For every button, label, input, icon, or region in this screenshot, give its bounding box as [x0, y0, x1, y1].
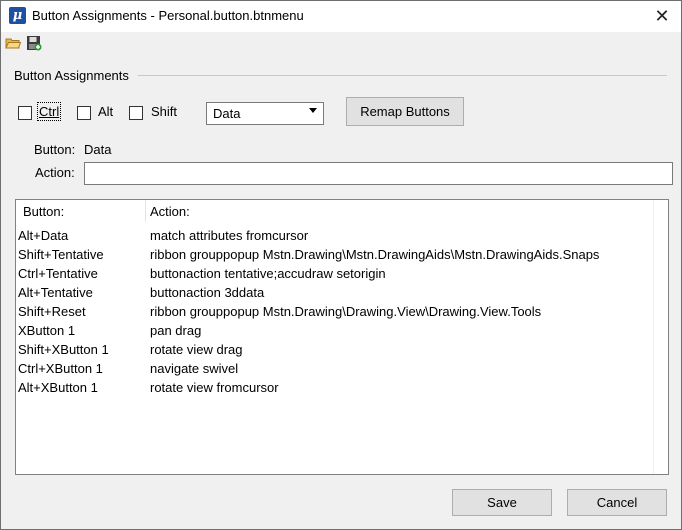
column-header-button[interactable]: Button: — [23, 204, 64, 219]
row-action-cell: rotate view drag — [150, 342, 243, 357]
vertical-scrollbar[interactable] — [653, 200, 668, 474]
button-field-label: Button: — [34, 142, 76, 157]
table-row[interactable]: Ctrl+Tentative buttonaction tentative;acc… — [16, 264, 636, 283]
title-bar[interactable]: μ Button Assignments - Personal.button.b… — [1, 1, 681, 32]
button-select-value: Data — [213, 106, 241, 121]
button-field-value: Data — [84, 142, 112, 157]
row-action-cell: ribbon grouppopup Mstn.Drawing\Mstn.Draw… — [150, 247, 600, 262]
row-action-cell: rotate view fromcursor — [150, 380, 279, 395]
row-button-cell: Shift+Tentative — [18, 247, 104, 262]
shift-label[interactable]: Shift — [151, 104, 177, 119]
row-button-cell: Ctrl+XButton 1 — [18, 361, 103, 376]
remap-buttons-button[interactable]: Remap Buttons — [346, 97, 464, 126]
microstation-icon: μ — [9, 7, 26, 24]
shift-checkbox[interactable] — [129, 106, 143, 120]
list-header: Button: Action: — [16, 200, 654, 222]
row-button-cell: Alt+Tentative — [18, 285, 93, 300]
row-button-cell: Alt+XButton 1 — [18, 380, 98, 395]
table-row[interactable]: Shift+Tentative ribbon grouppopup Mstn.Dr… — [16, 245, 636, 264]
row-button-cell: Alt+Data — [18, 228, 69, 243]
alt-label[interactable]: Alt — [98, 104, 113, 119]
action-field-label: Action: — [35, 165, 75, 180]
chevron-down-icon — [309, 108, 317, 113]
ctrl-checkbox[interactable] — [18, 106, 32, 120]
table-row[interactable]: Shift+XButton 1 rotate view drag — [16, 340, 636, 359]
column-header-action[interactable]: Action: — [150, 204, 190, 219]
assignments-list[interactable]: Button: Action: Alt+Data match attributes… — [15, 199, 669, 475]
row-action-cell: ribbon grouppopup Mstn.Drawing\Drawing.V… — [150, 304, 542, 319]
row-action-cell: navigate swivel — [150, 361, 239, 376]
button-select[interactable]: Data — [206, 102, 324, 125]
row-button-cell: XButton 1 — [18, 323, 76, 338]
group-divider — [138, 75, 667, 76]
alt-checkbox[interactable] — [77, 106, 91, 120]
action-input[interactable] — [84, 162, 673, 185]
table-row[interactable]: Alt+Tentative buttonaction 3ddata — [16, 283, 636, 302]
button-assignments-dialog: μ Button Assignments - Personal.button.b… — [0, 0, 682, 530]
table-row[interactable]: Shift+Reset ribbon grouppopup Mstn.Drawin… — [16, 302, 636, 321]
row-button-cell: Shift+XButton 1 — [18, 342, 109, 357]
row-action-cell: pan drag — [150, 323, 202, 338]
close-icon[interactable]: ✕ — [649, 4, 675, 28]
ctrl-label[interactable]: Ctrl — [36, 102, 62, 121]
window-title: Button Assignments - Personal.button.btn… — [32, 8, 304, 23]
table-row[interactable]: Alt+XButton 1 rotate view fromcursor — [16, 378, 636, 397]
cancel-button[interactable]: Cancel — [567, 489, 667, 516]
row-action-cell: match attributes fromcursor — [150, 228, 309, 243]
folder-open-icon[interactable] — [5, 35, 21, 51]
column-divider[interactable] — [145, 200, 146, 222]
group-title: Button Assignments — [14, 68, 129, 83]
row-action-cell: buttonaction 3ddata — [150, 285, 265, 300]
row-button-cell: Shift+Reset — [18, 304, 86, 319]
save-icon[interactable] — [26, 35, 42, 51]
row-button-cell: Ctrl+Tentative — [18, 266, 98, 281]
table-row[interactable]: Alt+Data match attributes fromcursor — [16, 226, 636, 245]
row-action-cell: buttonaction tentative;accudraw setorigi… — [150, 266, 386, 281]
save-button[interactable]: Save — [452, 489, 552, 516]
table-row[interactable]: Ctrl+XButton 1 navigate swivel — [16, 359, 636, 378]
table-row[interactable]: XButton 1 pan drag — [16, 321, 636, 340]
